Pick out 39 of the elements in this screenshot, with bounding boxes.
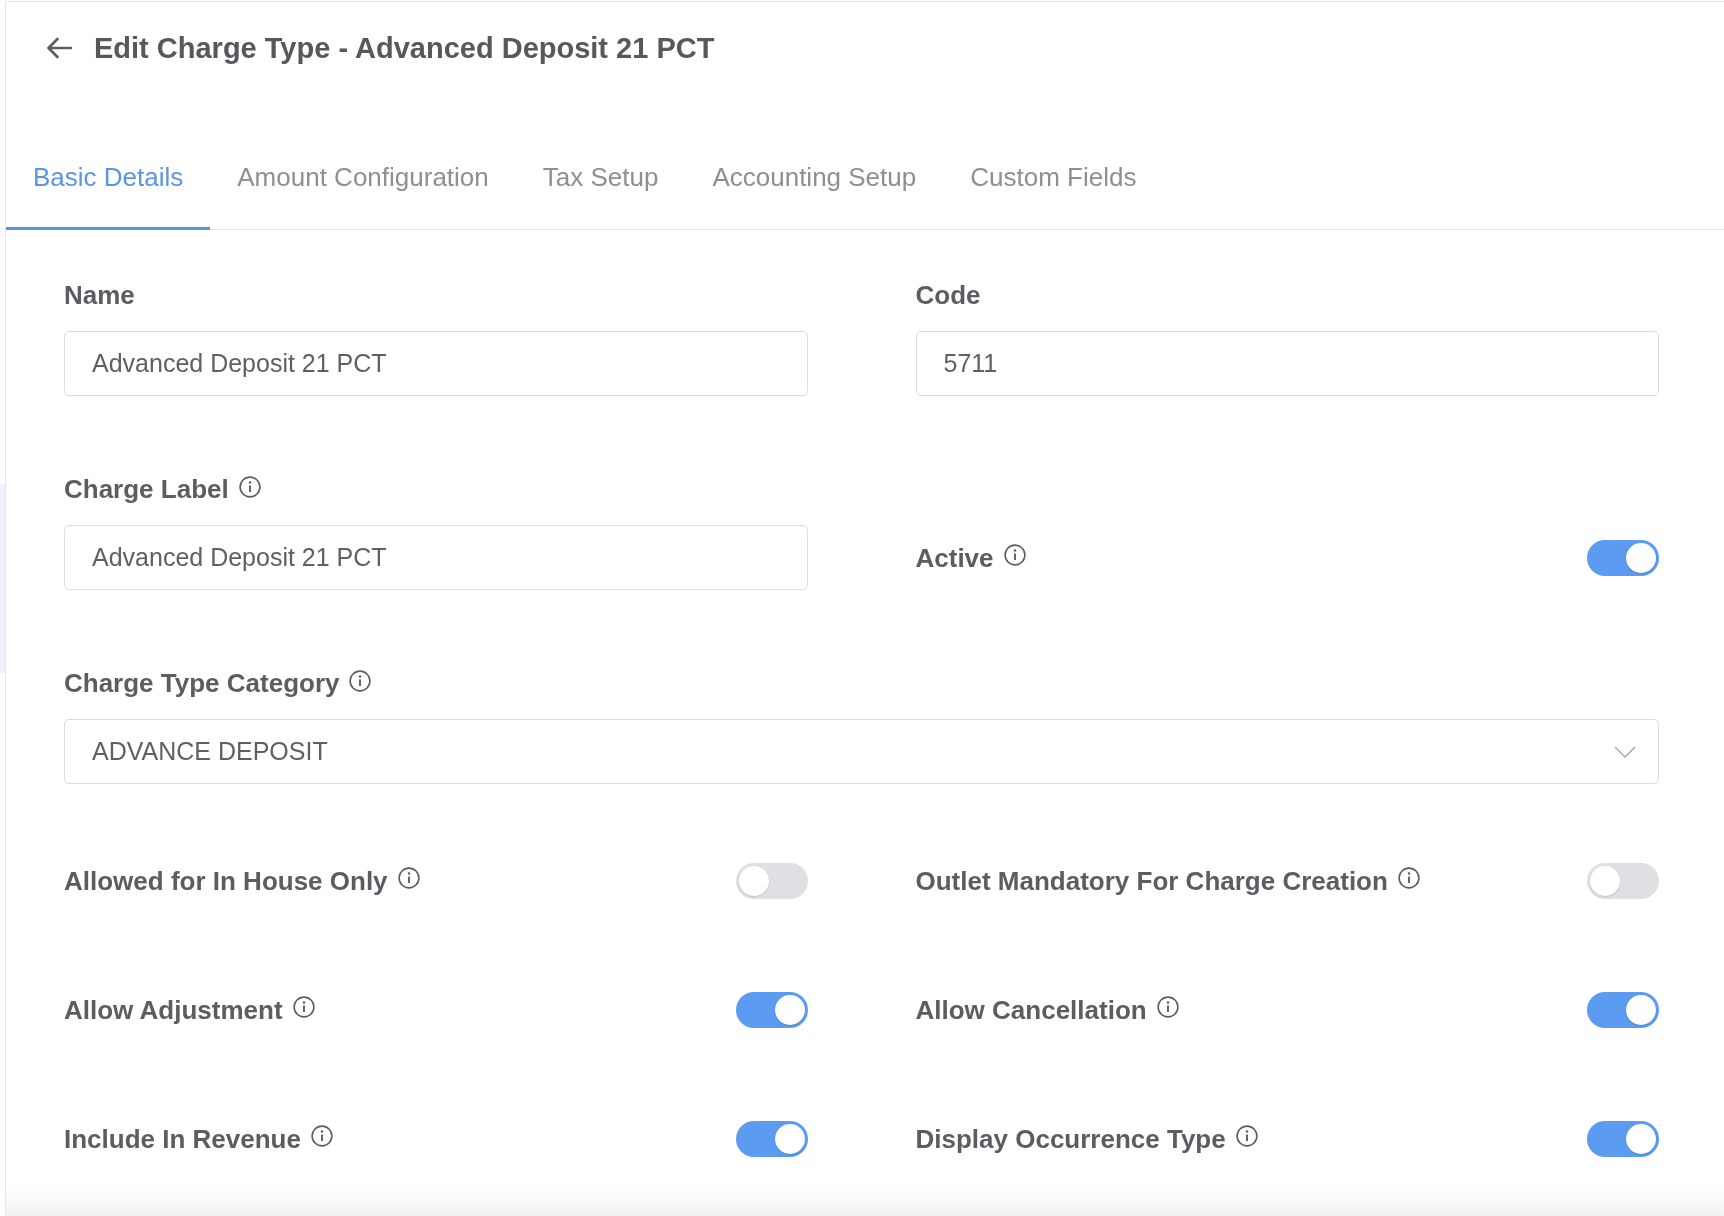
field-label: Allowed for In House Only xyxy=(64,865,388,896)
chevron-down-icon xyxy=(1614,745,1636,758)
field-label: Allow Adjustment xyxy=(64,994,283,1025)
field-label: Name xyxy=(64,280,135,310)
field-label: Active xyxy=(915,542,994,573)
text-input[interactable]: Advanced Deposit 21 PCT xyxy=(64,331,808,396)
tab[interactable]: Tax Setup xyxy=(515,162,686,230)
field-label: Allow Cancellation xyxy=(915,994,1147,1025)
info-icon[interactable] xyxy=(397,867,420,889)
field-label: Include In Revenue xyxy=(64,1123,301,1154)
info-icon[interactable] xyxy=(1235,1125,1258,1147)
toggle-switch[interactable] xyxy=(1587,539,1659,576)
field-label: Code xyxy=(915,280,981,310)
field-label: Charge Type Category xyxy=(64,668,340,698)
toggle-switch[interactable] xyxy=(735,862,808,899)
dropdown[interactable]: ADVANCE DEPOSIT xyxy=(64,719,1659,784)
toggle-switch[interactable] xyxy=(1587,862,1659,899)
tab[interactable]: Amount Configuration xyxy=(210,162,516,230)
toggle-switch[interactable] xyxy=(1587,1120,1659,1157)
info-icon[interactable] xyxy=(1003,544,1026,566)
tab[interactable]: Accounting Setup xyxy=(685,162,944,230)
tab[interactable]: Custom Fields xyxy=(943,162,1164,230)
info-icon[interactable] xyxy=(310,1125,333,1147)
arrow-left-icon[interactable] xyxy=(46,37,72,59)
toggle-switch[interactable] xyxy=(735,1120,808,1157)
field-label: Display Occurrence Type xyxy=(915,1123,1226,1154)
text-input[interactable]: Advanced Deposit 21 PCT xyxy=(64,525,808,590)
page-title: Edit Charge Type - Advanced Deposit 21 PCT xyxy=(94,31,715,66)
info-icon[interactable] xyxy=(292,996,315,1018)
info-icon[interactable] xyxy=(349,669,372,692)
info-icon[interactable] xyxy=(1156,996,1179,1018)
info-icon[interactable] xyxy=(238,475,261,498)
toggle-switch[interactable] xyxy=(735,991,808,1028)
toggle-switch[interactable] xyxy=(1587,991,1659,1028)
info-icon[interactable] xyxy=(1397,867,1420,889)
tab[interactable]: Basic Details xyxy=(6,162,211,230)
text-input[interactable]: 5711 xyxy=(915,331,1659,396)
field-label: Outlet Mandatory For Charge Creation xyxy=(915,865,1388,896)
field-label: Charge Label xyxy=(64,474,229,504)
